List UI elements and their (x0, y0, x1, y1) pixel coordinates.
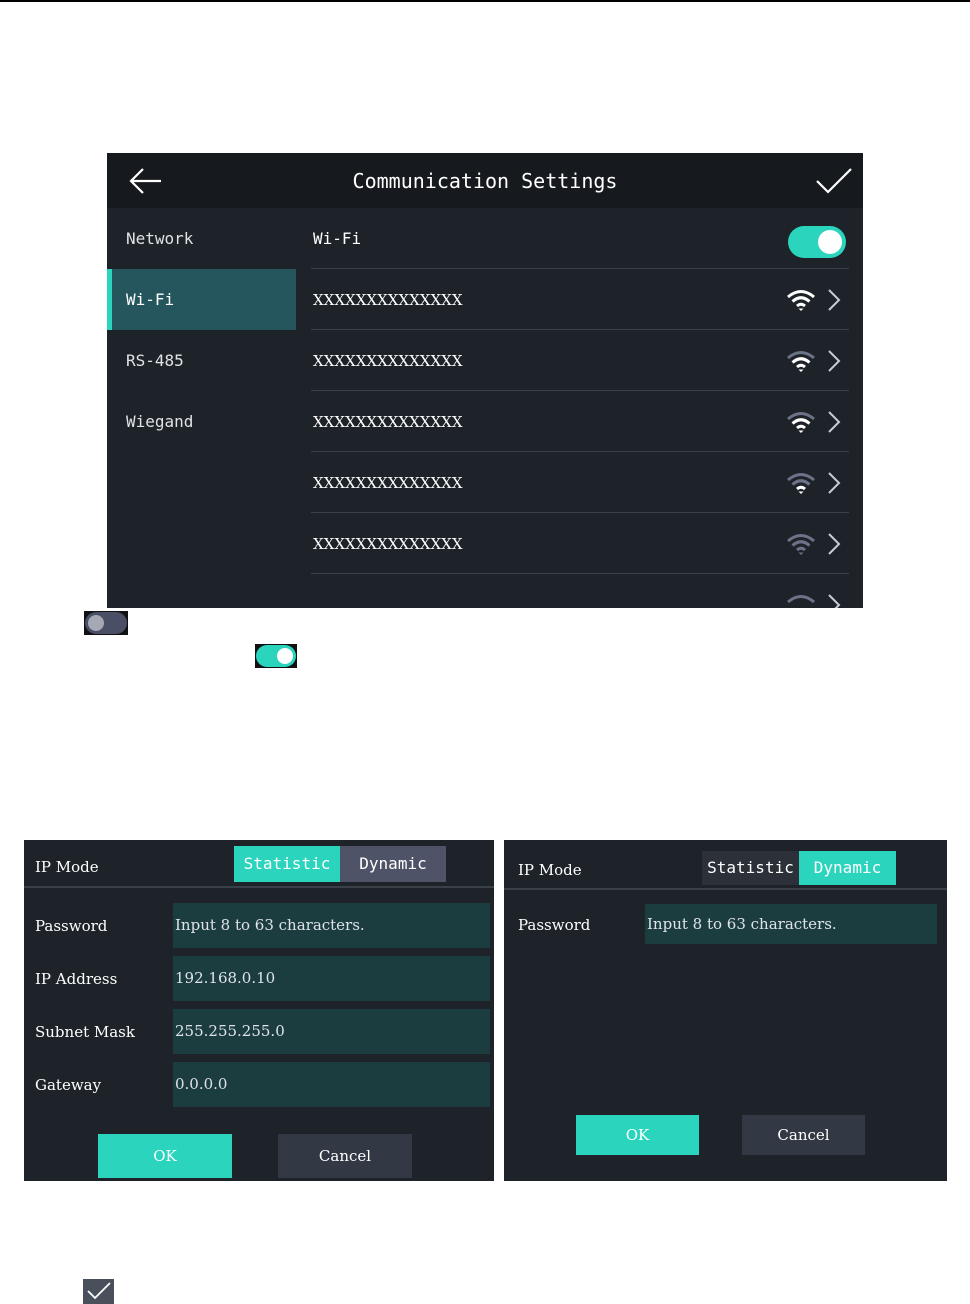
network-row[interactable]: XXXXXXXXXXXXXX (311, 513, 849, 574)
toggle-on-icon (255, 644, 297, 668)
ip-mode-label: IP Mode (35, 858, 99, 876)
chevron-right-icon (828, 289, 841, 311)
sidebar-item-rs485[interactable]: RS-485 (107, 330, 296, 391)
wifi-icon (787, 412, 815, 433)
ip-mode-label: IP Mode (518, 861, 582, 879)
mode-dynamic-button[interactable]: Dynamic (799, 851, 896, 885)
mode-statistic-button[interactable]: Statistic (234, 846, 340, 882)
chevron-right-icon (828, 350, 841, 372)
password-field[interactable]: Input 8 to 63 characters. (173, 903, 490, 948)
network-name: XXXXXXXXXXXXXX (313, 413, 463, 431)
network-row[interactable]: XXXXXXXXXXXXXX (311, 391, 849, 452)
static-ip-screen: IP Mode Statistic Dynamic Password Input… (24, 840, 494, 1181)
ip-address-field[interactable]: 192.168.0.10 (173, 956, 490, 1001)
check-icon (87, 1282, 111, 1300)
chevron-right-icon (828, 472, 841, 494)
wifi-icon (787, 595, 815, 604)
ok-button[interactable]: OK (98, 1134, 232, 1178)
cancel-button[interactable]: Cancel (278, 1134, 412, 1178)
network-name: XXXXXXXXXXXXXX (313, 474, 463, 492)
mode-dynamic-button[interactable]: Dynamic (340, 846, 446, 882)
wifi-icon (787, 534, 815, 555)
subnet-mask-field[interactable]: 255.255.255.0 (173, 1009, 490, 1054)
sidebar-item-network[interactable]: Network (107, 208, 296, 269)
ip-address-label: IP Address (35, 970, 118, 988)
sidebar: Network Wi-Fi RS-485 Wiegand (107, 208, 296, 608)
toggle-track (256, 645, 296, 667)
network-name: XXXXXXXXXXXXXX (313, 535, 463, 553)
wifi-label: Wi-Fi (313, 229, 362, 248)
network-name: XXXXXXXXXXXXXX (313, 291, 463, 309)
toggle-knob (818, 230, 842, 254)
password-label: Password (35, 917, 108, 935)
gateway-label: Gateway (35, 1076, 102, 1094)
divider (24, 886, 494, 888)
wifi-icon (787, 290, 815, 311)
network-row[interactable]: XXXXXXXXXXXXXX (311, 330, 849, 391)
divider (504, 888, 947, 890)
toggle-off-icon (84, 611, 128, 635)
dynamic-ip-screen: IP Mode Statistic Dynamic Password Input… (504, 840, 947, 1181)
cancel-button[interactable]: Cancel (742, 1115, 865, 1155)
header-bar: Communication Settings (107, 153, 863, 208)
chevron-right-icon (828, 533, 841, 555)
page-top-rule (0, 0, 970, 2)
password-field[interactable]: Input 8 to 63 characters. (645, 904, 937, 944)
gateway-field[interactable]: 0.0.0.0 (173, 1062, 490, 1107)
communication-settings-screen: Communication Settings Network Wi-Fi RS-… (107, 153, 863, 608)
check-icon[interactable] (815, 165, 853, 197)
confirm-check-icon (83, 1279, 114, 1304)
chevron-right-icon (828, 411, 841, 433)
wifi-toggle[interactable] (788, 226, 846, 258)
subnet-mask-label: Subnet Mask (35, 1023, 135, 1041)
wifi-icon (787, 473, 815, 494)
network-row[interactable]: XXXXXXXXXXXXXX (311, 452, 849, 513)
mode-statistic-button[interactable]: Statistic (702, 851, 799, 885)
page-title: Communication Settings (352, 169, 618, 193)
toggle-track (85, 612, 127, 634)
password-label: Password (518, 916, 591, 934)
ok-button[interactable]: OK (576, 1115, 699, 1155)
sidebar-item-wiegand[interactable]: Wiegand (107, 391, 296, 452)
chevron-right-icon (828, 594, 841, 608)
wifi-toggle-row: Wi-Fi (311, 208, 849, 269)
toggle-knob (88, 615, 104, 631)
wifi-panel: Wi-Fi XXXXXXXXXXXXXX XXXXXXXXXXXXXX XXXX… (296, 208, 863, 608)
wifi-icon (787, 351, 815, 372)
sidebar-item-wifi[interactable]: Wi-Fi (107, 269, 296, 330)
network-row-partial[interactable] (311, 574, 849, 608)
network-name: XXXXXXXXXXXXXX (313, 352, 463, 370)
network-row[interactable]: XXXXXXXXXXXXXX (311, 269, 849, 330)
toggle-knob (277, 648, 293, 664)
